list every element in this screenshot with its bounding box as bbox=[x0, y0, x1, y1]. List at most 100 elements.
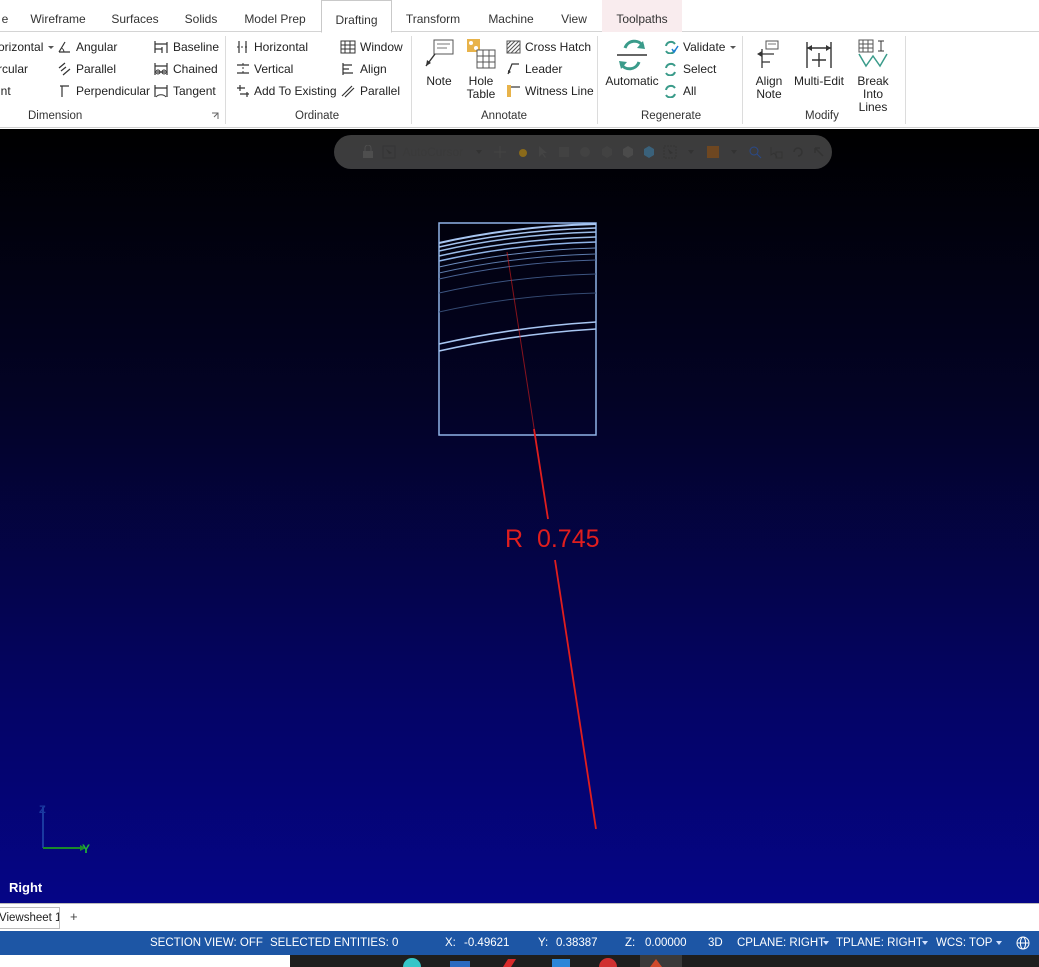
tab-machine[interactable]: Machine bbox=[478, 0, 544, 32]
arc-line bbox=[438, 259, 597, 280]
chevron-down-icon[interactable] bbox=[823, 941, 829, 945]
dim-parallel-label: Parallel bbox=[76, 62, 117, 76]
dim-angular-button[interactable]: Angular bbox=[57, 37, 117, 57]
graphics-viewport[interactable]: AutoCursor R 0.745 Y Z Right bbox=[0, 129, 1039, 903]
app-icon[interactable] bbox=[503, 959, 516, 967]
break-into-lines-button[interactable]: Break Into Lines bbox=[847, 38, 899, 114]
note-button[interactable]: Note bbox=[422, 38, 456, 88]
ord-align-button[interactable]: Align bbox=[340, 59, 387, 79]
witness-line-button[interactable]: Witness Line bbox=[506, 81, 594, 101]
y-coord-label: Y: bbox=[538, 937, 549, 949]
ord-vertical-label: Vertical bbox=[254, 62, 294, 76]
tab-toolpaths[interactable]: Toolpaths bbox=[602, 0, 682, 32]
tab-model-prep[interactable]: Model Prep bbox=[236, 0, 314, 32]
dim-point-button[interactable]: int bbox=[0, 81, 11, 101]
hole-table-icon bbox=[467, 39, 496, 69]
os-taskbar bbox=[0, 955, 1039, 967]
dimension-text[interactable]: R 0.745 bbox=[505, 525, 600, 553]
ribbon-panel: orizontal rcular int Angular Parallel Pe… bbox=[0, 32, 1039, 128]
hole-table-button[interactable]: Hole Table bbox=[463, 38, 499, 101]
automatic-button[interactable]: Automatic bbox=[604, 38, 660, 88]
ord-horizontal-button[interactable]: Horizontal bbox=[236, 37, 308, 57]
dim-horizontal-label: orizontal bbox=[0, 40, 44, 54]
tab-wireframe[interactable]: Wireframe bbox=[22, 0, 94, 32]
x-coord-label: X: bbox=[445, 937, 456, 949]
multi-edit-label: Multi-Edit bbox=[793, 74, 844, 88]
app-icon[interactable] bbox=[450, 961, 470, 967]
dim-horizontal-button[interactable]: orizontal bbox=[0, 37, 60, 57]
regen-all-button[interactable]: All bbox=[663, 81, 696, 101]
taskbar-icons bbox=[403, 955, 682, 967]
active-app-highlight bbox=[640, 955, 682, 967]
chevron-down-icon[interactable] bbox=[996, 941, 1002, 945]
chevron-down-icon bbox=[48, 46, 55, 49]
multi-edit-icon bbox=[806, 42, 832, 68]
tab-solids[interactable]: Solids bbox=[176, 0, 226, 32]
chevron-down-icon[interactable] bbox=[922, 941, 928, 945]
ord-vertical-button[interactable]: Vertical bbox=[236, 59, 293, 79]
regenerate-automatic-icon bbox=[617, 39, 647, 71]
tab-home[interactable]: e bbox=[0, 0, 12, 32]
cross-hatch-label: Cross Hatch bbox=[525, 40, 592, 54]
globe-icon[interactable] bbox=[1016, 936, 1030, 950]
into-lines-label: Into Lines bbox=[858, 87, 888, 114]
perpendicular-icon bbox=[60, 85, 69, 97]
dimension-leader-upper bbox=[533, 428, 549, 520]
tplane-status[interactable]: TPLANE: RIGHT bbox=[836, 931, 923, 955]
dim-parallel-button[interactable]: Parallel bbox=[57, 59, 116, 79]
parallel-dim-icon bbox=[58, 62, 71, 76]
table-label: Table bbox=[466, 87, 496, 101]
tab-view[interactable]: View bbox=[552, 0, 596, 32]
dim-baseline-button[interactable]: Baseline bbox=[153, 37, 219, 57]
y-axis-label: Y bbox=[82, 842, 90, 856]
dim-circular-button[interactable]: rcular bbox=[0, 59, 28, 79]
ordinate-vertical-icon bbox=[237, 63, 249, 75]
align-note-label: Note bbox=[756, 87, 782, 101]
dialog-launcher-icon[interactable] bbox=[211, 112, 219, 120]
ord-parallel-button[interactable]: Parallel bbox=[340, 81, 400, 101]
break-into-lines-icon bbox=[858, 39, 888, 68]
dim-chained-button[interactable]: Chained bbox=[153, 59, 218, 79]
chained-icon bbox=[154, 63, 168, 75]
radius-dimension[interactable]: R 0.745 bbox=[505, 251, 600, 830]
viewsheet-tab[interactable]: Viewsheet 1 bbox=[0, 907, 60, 929]
selected-entities-status[interactable]: SELECTED ENTITIES: 0 bbox=[270, 931, 398, 955]
validate-button[interactable]: Validate bbox=[663, 37, 742, 57]
mode-3d-toggle[interactable]: 3D bbox=[708, 931, 723, 955]
taskbar-strip bbox=[290, 955, 1039, 967]
dim-tangent-button[interactable]: Tangent bbox=[153, 81, 216, 101]
angular-icon bbox=[58, 41, 70, 53]
tab-drafting[interactable]: Drafting bbox=[321, 0, 392, 33]
validate-label: Validate bbox=[683, 40, 726, 54]
regen-all-icon bbox=[665, 84, 676, 98]
regen-select-button[interactable]: Select bbox=[663, 59, 716, 79]
cross-hatch-icon bbox=[506, 40, 521, 54]
x-coord-value: -0.49621 bbox=[464, 937, 510, 949]
multi-edit-button[interactable]: Multi-Edit bbox=[792, 38, 846, 88]
ord-add-existing-button[interactable]: Add To Existing bbox=[236, 81, 337, 101]
section-view-status[interactable]: SECTION VIEW: OFF bbox=[150, 931, 263, 955]
wcs-status[interactable]: WCS: TOP bbox=[936, 931, 992, 955]
dim-perpendicular-button[interactable]: Perpendicular bbox=[57, 81, 150, 101]
ordinate-parallel-icon bbox=[341, 85, 355, 98]
automatic-label: Automatic bbox=[605, 74, 659, 88]
align-note-button[interactable]: Align Note bbox=[750, 38, 788, 101]
dim-chained-label: Chained bbox=[173, 62, 218, 76]
leader-button[interactable]: Leader bbox=[506, 59, 562, 79]
drawing-canvas[interactable]: R 0.745 Y Z bbox=[0, 129, 1039, 903]
tab-surfaces[interactable]: Surfaces bbox=[104, 0, 166, 32]
cross-hatch-button[interactable]: Cross Hatch bbox=[506, 37, 591, 57]
app-icon[interactable] bbox=[599, 958, 617, 967]
ord-window-button[interactable]: Window bbox=[340, 37, 403, 57]
dim-angular-label: Angular bbox=[76, 40, 118, 54]
app-icon[interactable] bbox=[552, 959, 570, 967]
align-icon bbox=[342, 63, 353, 75]
add-viewsheet-button[interactable]: + bbox=[70, 907, 78, 927]
group-label-modify: Modify bbox=[805, 110, 839, 122]
tab-transform[interactable]: Transform bbox=[398, 0, 468, 32]
app-icon[interactable] bbox=[403, 958, 421, 967]
add-existing-icon bbox=[237, 85, 249, 97]
cplane-status[interactable]: CPLANE: RIGHT bbox=[737, 931, 825, 955]
regen-select-label: Select bbox=[683, 62, 717, 76]
dim-tangent-label: Tangent bbox=[173, 84, 216, 98]
